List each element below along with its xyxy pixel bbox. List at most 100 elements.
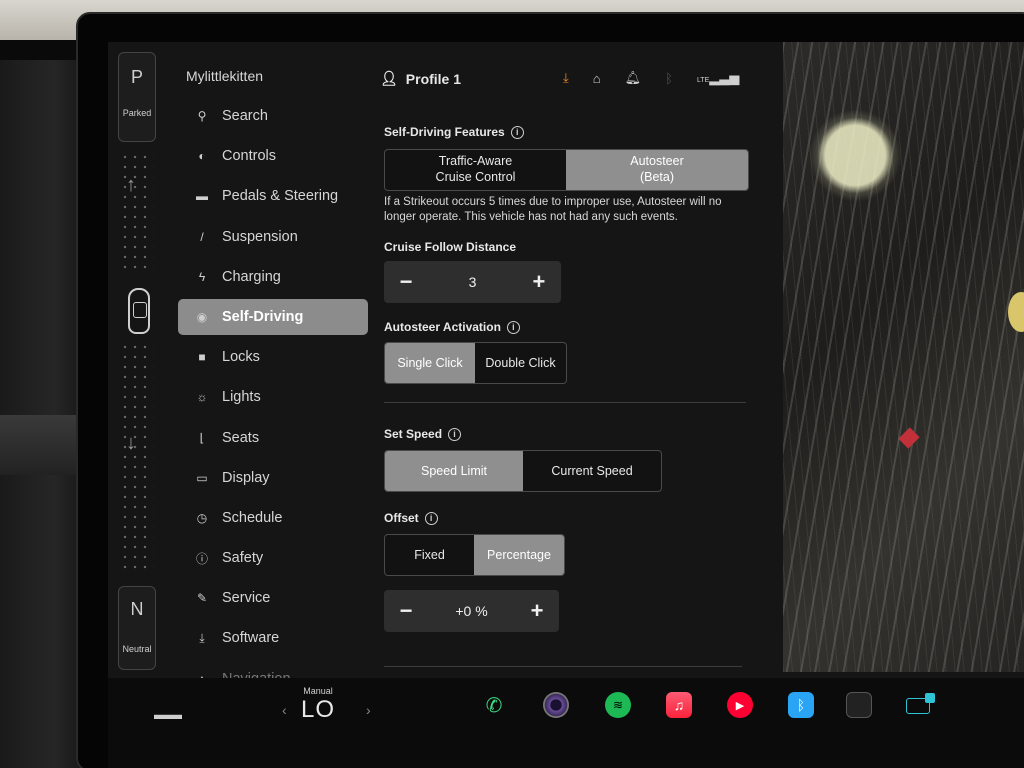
phone-icon[interactable]: ✆ bbox=[481, 692, 507, 718]
climate-temperature: LO bbox=[300, 696, 335, 723]
sidebar-item-label: Display bbox=[222, 469, 270, 486]
status-bar: ⤓ ⌂ 🔔︎ ᛒ LTE▂▃▅ bbox=[563, 70, 739, 86]
percentage-option[interactable]: Percentage bbox=[474, 535, 564, 576]
gear-park-label: Parked bbox=[122, 108, 152, 118]
sidebar-item-service[interactable]: ✎ Service bbox=[178, 580, 368, 616]
car-icon[interactable]: ▬▬ bbox=[154, 706, 182, 722]
sidebar-item-self-driving[interactable]: ◉ Self-Driving bbox=[178, 298, 368, 335]
gear-selector[interactable]: P Parked ↑ ↓ N Neutral bbox=[118, 52, 156, 672]
gear-park-letter: P bbox=[130, 67, 143, 87]
sidebar-item-label: Seats bbox=[222, 429, 260, 446]
settings-menu: ⚲ Search ◐ Controls ▬ Pedals & Steering / Suspe… bbox=[178, 98, 368, 697]
section-divider bbox=[384, 666, 742, 668]
bluetooth-status-icon: ᛒ bbox=[665, 70, 673, 86]
car-icon: ▬ bbox=[196, 189, 208, 204]
sidebar-item-pedals-steering[interactable]: ▬ Pedals & Steering bbox=[178, 178, 368, 214]
chevron-right-icon[interactable]: › bbox=[366, 702, 371, 718]
gear-neutral-label: Neutral bbox=[122, 644, 152, 654]
bluetooth-icon[interactable]: ᛒ bbox=[788, 692, 814, 718]
gear-neutral-button[interactable]: N Neutral bbox=[118, 586, 156, 670]
sidebar-item-software[interactable]: ⤓ Software bbox=[178, 620, 368, 656]
double-click-option[interactable]: Double Click bbox=[475, 343, 566, 383]
info-icon[interactable]: i bbox=[424, 511, 438, 525]
alert-circle-icon: ⓘ bbox=[195, 551, 208, 566]
sidebar-item-safety[interactable]: ⓘ Safety bbox=[178, 540, 368, 576]
offset-stepper: − +0 % + bbox=[384, 590, 559, 633]
youtube-music-icon[interactable]: ▶ bbox=[727, 692, 753, 718]
strikeout-note: If a Strikeout occurs 5 times due to imp… bbox=[384, 196, 722, 223]
follow-distance-stepper: − 3 + bbox=[384, 261, 561, 304]
follow-distance-increase-button[interactable]: + bbox=[529, 269, 549, 295]
suspension-icon: / bbox=[200, 229, 204, 244]
toybox-icon[interactable] bbox=[906, 693, 935, 714]
bell-icon[interactable]: 🔔︎ bbox=[625, 70, 642, 86]
sidebar-item-schedule[interactable]: ◷ Schedule bbox=[178, 500, 368, 536]
sidebar-item-display[interactable]: ▭ Display bbox=[178, 460, 368, 496]
sidebar-item-seats[interactable]: ⌊ Seats bbox=[178, 420, 368, 456]
download-icon[interactable]: ⤓ bbox=[563, 70, 569, 86]
map-view[interactable] bbox=[783, 42, 1024, 672]
info-icon[interactable]: i bbox=[510, 125, 524, 139]
sidebar-item-label: Locks bbox=[222, 349, 260, 366]
garage-icon[interactable]: ⌂ bbox=[593, 71, 601, 86]
info-icon[interactable]: i bbox=[448, 427, 462, 441]
seat-icon: ⌊ bbox=[199, 430, 205, 445]
arrow-up-icon: ↑ bbox=[126, 174, 136, 196]
apple-music-icon[interactable]: ♫ bbox=[666, 692, 692, 718]
gear-neutral-letter: N bbox=[130, 599, 144, 619]
profile-button[interactable]: 👤︎ Profile 1 bbox=[380, 70, 461, 87]
sidebar-item-label: Self-Driving bbox=[222, 308, 304, 325]
sidebar-item-charging[interactable]: ϟ Charging bbox=[178, 259, 368, 295]
sidebar-item-search[interactable]: ⚲ Search bbox=[178, 98, 368, 134]
offset-decrease-button[interactable]: − bbox=[396, 598, 416, 624]
self-driving-panel: Self-Driving Features i Traffic-Aware Cru… bbox=[384, 122, 754, 668]
fixed-option[interactable]: Fixed bbox=[385, 535, 474, 575]
bottom-dock: ▬▬ ‹ Manual LO › ✆ ≋ ♫ ▶ ᛒ bbox=[108, 678, 1024, 768]
sidebar-item-label: Pedals & Steering bbox=[222, 188, 339, 205]
sidebar-item-label: Controls bbox=[222, 148, 276, 165]
map-marker bbox=[898, 427, 920, 449]
profile-label: Profile 1 bbox=[405, 70, 462, 87]
autosteer-activation-selector: Single Click Double Click bbox=[384, 342, 567, 385]
autosteer-option[interactable]: Autosteer (Beta) bbox=[566, 150, 748, 190]
speed-limit-option[interactable]: Speed Limit bbox=[385, 451, 523, 492]
sun-icon: ☼ bbox=[196, 390, 208, 405]
camera-icon[interactable] bbox=[543, 692, 569, 718]
follow-distance-decrease-button[interactable]: − bbox=[396, 269, 416, 295]
sidebar-item-label: Charging bbox=[222, 268, 281, 285]
sidebar-item-label: Lights bbox=[222, 389, 261, 406]
steering-wheel-icon: ◉ bbox=[196, 309, 208, 324]
settings-sidebar: Mylittlekitten ⚲ Search ◐ Controls ▬ Pedals &… bbox=[178, 64, 368, 701]
app-launcher-icon[interactable] bbox=[846, 692, 872, 718]
search-icon: ⚲ bbox=[197, 109, 207, 123]
gear-park-button[interactable]: P Parked bbox=[118, 52, 156, 142]
current-speed-option[interactable]: Current Speed bbox=[523, 451, 661, 491]
spotify-icon[interactable]: ≋ bbox=[605, 692, 631, 718]
offset-increase-button[interactable]: + bbox=[527, 598, 547, 624]
single-click-option[interactable]: Single Click bbox=[385, 343, 475, 384]
offset-title: Offset i bbox=[384, 511, 754, 525]
offset-type-selector: Fixed Percentage bbox=[384, 534, 565, 577]
sidebar-item-label: Schedule bbox=[222, 509, 283, 526]
traffic-aware-cruise-option[interactable]: Traffic-Aware Cruise Control bbox=[385, 150, 566, 190]
cruise-follow-distance-label: Cruise Follow Distance bbox=[384, 240, 517, 255]
gear-slider-track-bottom bbox=[120, 342, 154, 572]
sidebar-item-lights[interactable]: ☼ Lights bbox=[178, 379, 368, 415]
lte-signal-icon: LTE▂▃▅ bbox=[696, 70, 740, 85]
sidebar-item-suspension[interactable]: / Suspension bbox=[178, 219, 368, 255]
sidebar-item-label: Software bbox=[222, 630, 280, 647]
offset-value: +0 % bbox=[455, 603, 488, 620]
person-icon: 👤︎ bbox=[380, 70, 398, 86]
self-driving-features-title: Self-Driving Features i bbox=[384, 125, 754, 139]
sidebar-item-controls[interactable]: ◐ Controls bbox=[178, 138, 368, 174]
follow-distance-value: 3 bbox=[468, 274, 477, 291]
sidebar-item-label: Search bbox=[222, 108, 268, 124]
car-topview-icon[interactable] bbox=[128, 288, 150, 334]
info-icon[interactable]: i bbox=[506, 320, 520, 334]
sidebar-item-label: Suspension bbox=[222, 228, 298, 245]
climate-control[interactable]: Manual LO bbox=[278, 686, 358, 724]
arrow-down-icon: ↓ bbox=[126, 432, 136, 454]
sidebar-item-locks[interactable]: ■ Locks bbox=[178, 339, 368, 375]
section-divider bbox=[384, 402, 746, 404]
set-speed-selector: Speed Limit Current Speed bbox=[384, 450, 662, 493]
